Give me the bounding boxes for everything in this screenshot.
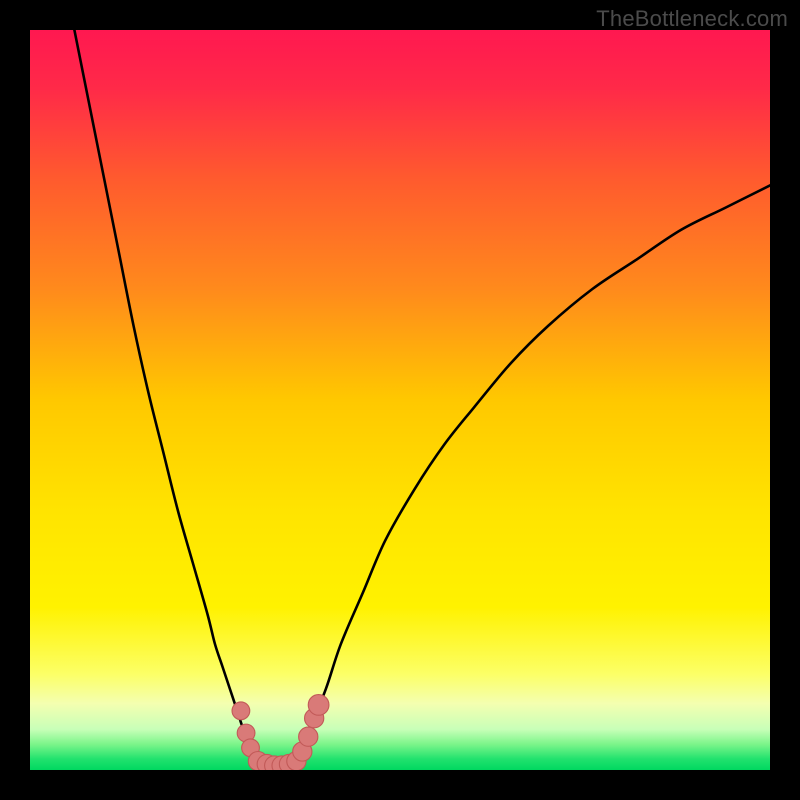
bottom-markers (232, 695, 329, 770)
marker-dot (299, 727, 318, 746)
plot-area (30, 30, 770, 770)
outer-frame: TheBottleneck.com (0, 0, 800, 800)
marker-dot (232, 702, 250, 720)
curve-left (74, 30, 259, 763)
marker-dot (308, 695, 329, 716)
chart-svg (30, 30, 770, 770)
watermark-text: TheBottleneck.com (596, 6, 788, 32)
curve-right (296, 185, 770, 762)
